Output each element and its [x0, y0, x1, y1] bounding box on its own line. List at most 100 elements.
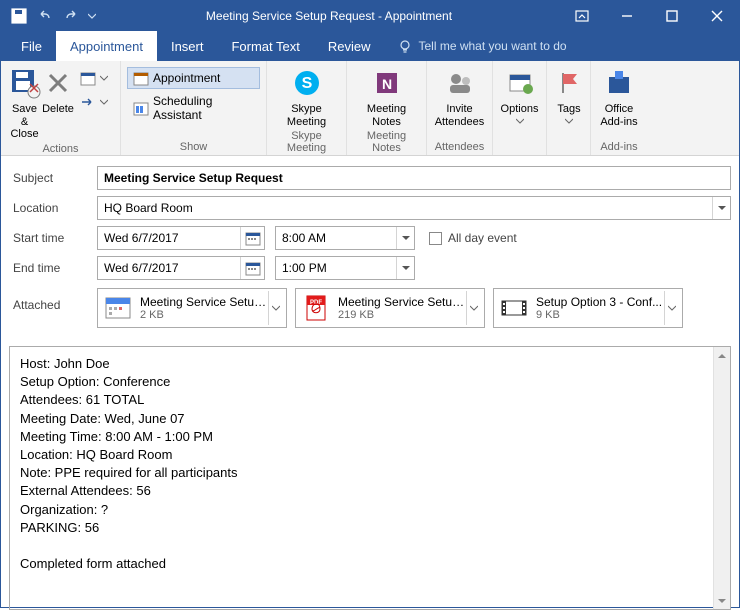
end-date-input[interactable]: Wed 6/7/2017 [97, 256, 265, 280]
skype-label: Skype Meeting [273, 103, 340, 128]
body-line: PARKING: 56 [20, 519, 703, 537]
close-button[interactable] [694, 1, 739, 31]
location-input[interactable]: HQ Board Room [97, 196, 731, 220]
all-day-checkbox[interactable]: All day event [429, 231, 517, 245]
forward-small-button[interactable] [74, 91, 114, 113]
group-actions-label: Actions [7, 141, 114, 157]
chevron-down-icon[interactable] [396, 227, 414, 249]
checkbox-icon [429, 232, 442, 245]
ribbon-display-icon[interactable] [559, 1, 604, 31]
skype-meeting-button[interactable]: S Skype Meeting [273, 65, 340, 128]
attachment-item[interactable]: PDF Meeting Service Setup...219 KB [295, 288, 485, 328]
tab-review[interactable]: Review [314, 31, 385, 61]
subject-label: Subject [9, 171, 97, 185]
svg-text:PDF: PDF [310, 300, 322, 306]
meeting-notes-button[interactable]: N Meeting Notes [353, 65, 420, 128]
tab-insert[interactable]: Insert [157, 31, 218, 61]
addins-label: Office Add-ins [597, 103, 641, 128]
scheduling-assistant-button[interactable]: Scheduling Assistant [127, 91, 260, 125]
scroll-down-icon[interactable] [714, 592, 730, 609]
minimize-button[interactable] [604, 1, 649, 31]
notes-label: Meeting Notes [353, 103, 420, 128]
save-close-icon [9, 67, 41, 99]
calendar-picker-icon[interactable] [240, 257, 264, 279]
delete-button[interactable]: Delete [42, 65, 74, 116]
ribbon-tabs: File Appointment Insert Format Text Revi… [1, 31, 739, 61]
undo-icon[interactable] [33, 4, 57, 28]
office-addins-button[interactable]: Office Add-ins [597, 65, 641, 128]
delete-label: Delete [42, 103, 74, 116]
calendar-small-button[interactable] [74, 67, 114, 89]
pdf-file-icon: PDF [300, 292, 332, 324]
group-attendees-label: Attendees [433, 139, 486, 155]
chevron-down-icon[interactable] [268, 291, 282, 325]
calendar-icon [133, 70, 149, 86]
body-line: Note: PPE required for all participants [20, 464, 703, 482]
group-notes-label: Meeting Notes [353, 128, 420, 156]
chevron-down-icon[interactable] [466, 291, 480, 325]
location-label: Location [9, 201, 97, 215]
qat-more-icon[interactable] [85, 4, 99, 28]
tell-me-search[interactable]: Tell me what you want to do [384, 39, 566, 53]
window-title: Meeting Service Setup Request - Appointm… [99, 9, 559, 23]
title-bar: Meeting Service Setup Request - Appointm… [1, 1, 739, 31]
ribbon: Save & Close Delete Actions Appointment [1, 61, 739, 156]
options-label: Options [501, 103, 539, 116]
invite-attendees-button[interactable]: Invite Attendees [433, 65, 486, 128]
skype-icon: S [291, 67, 323, 99]
scroll-track[interactable] [714, 364, 730, 592]
tags-button[interactable]: Tags [553, 65, 585, 124]
attendees-label: Invite Attendees [433, 103, 486, 128]
body-line: Host: John Doe [20, 355, 703, 373]
lightbulb-icon [398, 39, 412, 53]
body-line: External Attendees: 56 [20, 482, 703, 500]
start-time-input[interactable]: 8:00 AM [275, 226, 415, 250]
scroll-up-icon[interactable] [714, 347, 730, 364]
save-close-label: Save & Close [7, 103, 42, 141]
start-date-input[interactable]: Wed 6/7/2017 [97, 226, 265, 250]
tags-label: Tags [557, 103, 580, 116]
start-time-label: Start time [9, 231, 97, 245]
calendar-icon [80, 70, 96, 86]
scheduling-icon [133, 100, 149, 116]
body-line: Setup Option: Conference [20, 373, 703, 391]
attachment-item[interactable]: Meeting Service Setup...2 KB [97, 288, 287, 328]
tab-file[interactable]: File [7, 31, 56, 61]
group-show-label: Show [127, 139, 260, 155]
message-body[interactable]: Host: John Doe Setup Option: Conference … [9, 346, 731, 610]
message-body-text[interactable]: Host: John Doe Setup Option: Conference … [10, 347, 713, 609]
attachment-item[interactable]: Setup Option 3 - Conf...9 KB [493, 288, 683, 328]
all-day-label: All day event [448, 231, 517, 245]
save-close-button[interactable]: Save & Close [7, 65, 42, 141]
tab-format-text[interactable]: Format Text [217, 31, 313, 61]
chevron-down-icon[interactable] [396, 257, 414, 279]
end-time-input[interactable]: 1:00 PM [275, 256, 415, 280]
scrollbar[interactable] [713, 347, 730, 609]
addins-icon [603, 67, 635, 99]
calendar-picker-icon[interactable] [240, 227, 264, 249]
attached-label: Attached [9, 288, 97, 312]
body-line: Location: HQ Board Room [20, 446, 703, 464]
maximize-button[interactable] [649, 1, 694, 31]
body-line: Organization: ? [20, 501, 703, 519]
tell-me-label: Tell me what you want to do [418, 39, 566, 53]
redo-icon[interactable] [59, 4, 83, 28]
tab-appointment[interactable]: Appointment [56, 31, 157, 61]
body-line: Meeting Time: 8:00 AM - 1:00 PM [20, 428, 703, 446]
appointment-view-label: Appointment [153, 71, 220, 85]
subject-input[interactable]: Meeting Service Setup Request [97, 166, 731, 190]
body-line: Attendees: 61 TOTAL [20, 391, 703, 409]
scheduling-label: Scheduling Assistant [153, 94, 254, 122]
onenote-icon: N [371, 67, 403, 99]
attendees-icon [444, 67, 476, 99]
appointment-view-button[interactable]: Appointment [127, 67, 260, 89]
chevron-down-icon[interactable] [664, 291, 678, 325]
options-icon [504, 67, 536, 99]
options-button[interactable]: Options [499, 65, 540, 124]
image-file-icon [498, 292, 530, 324]
location-dropdown-icon[interactable] [712, 197, 730, 219]
save-icon[interactable] [7, 4, 31, 28]
calendar-file-icon [102, 292, 134, 324]
group-skype-label: Skype Meeting [273, 128, 340, 156]
forward-icon [80, 94, 96, 110]
